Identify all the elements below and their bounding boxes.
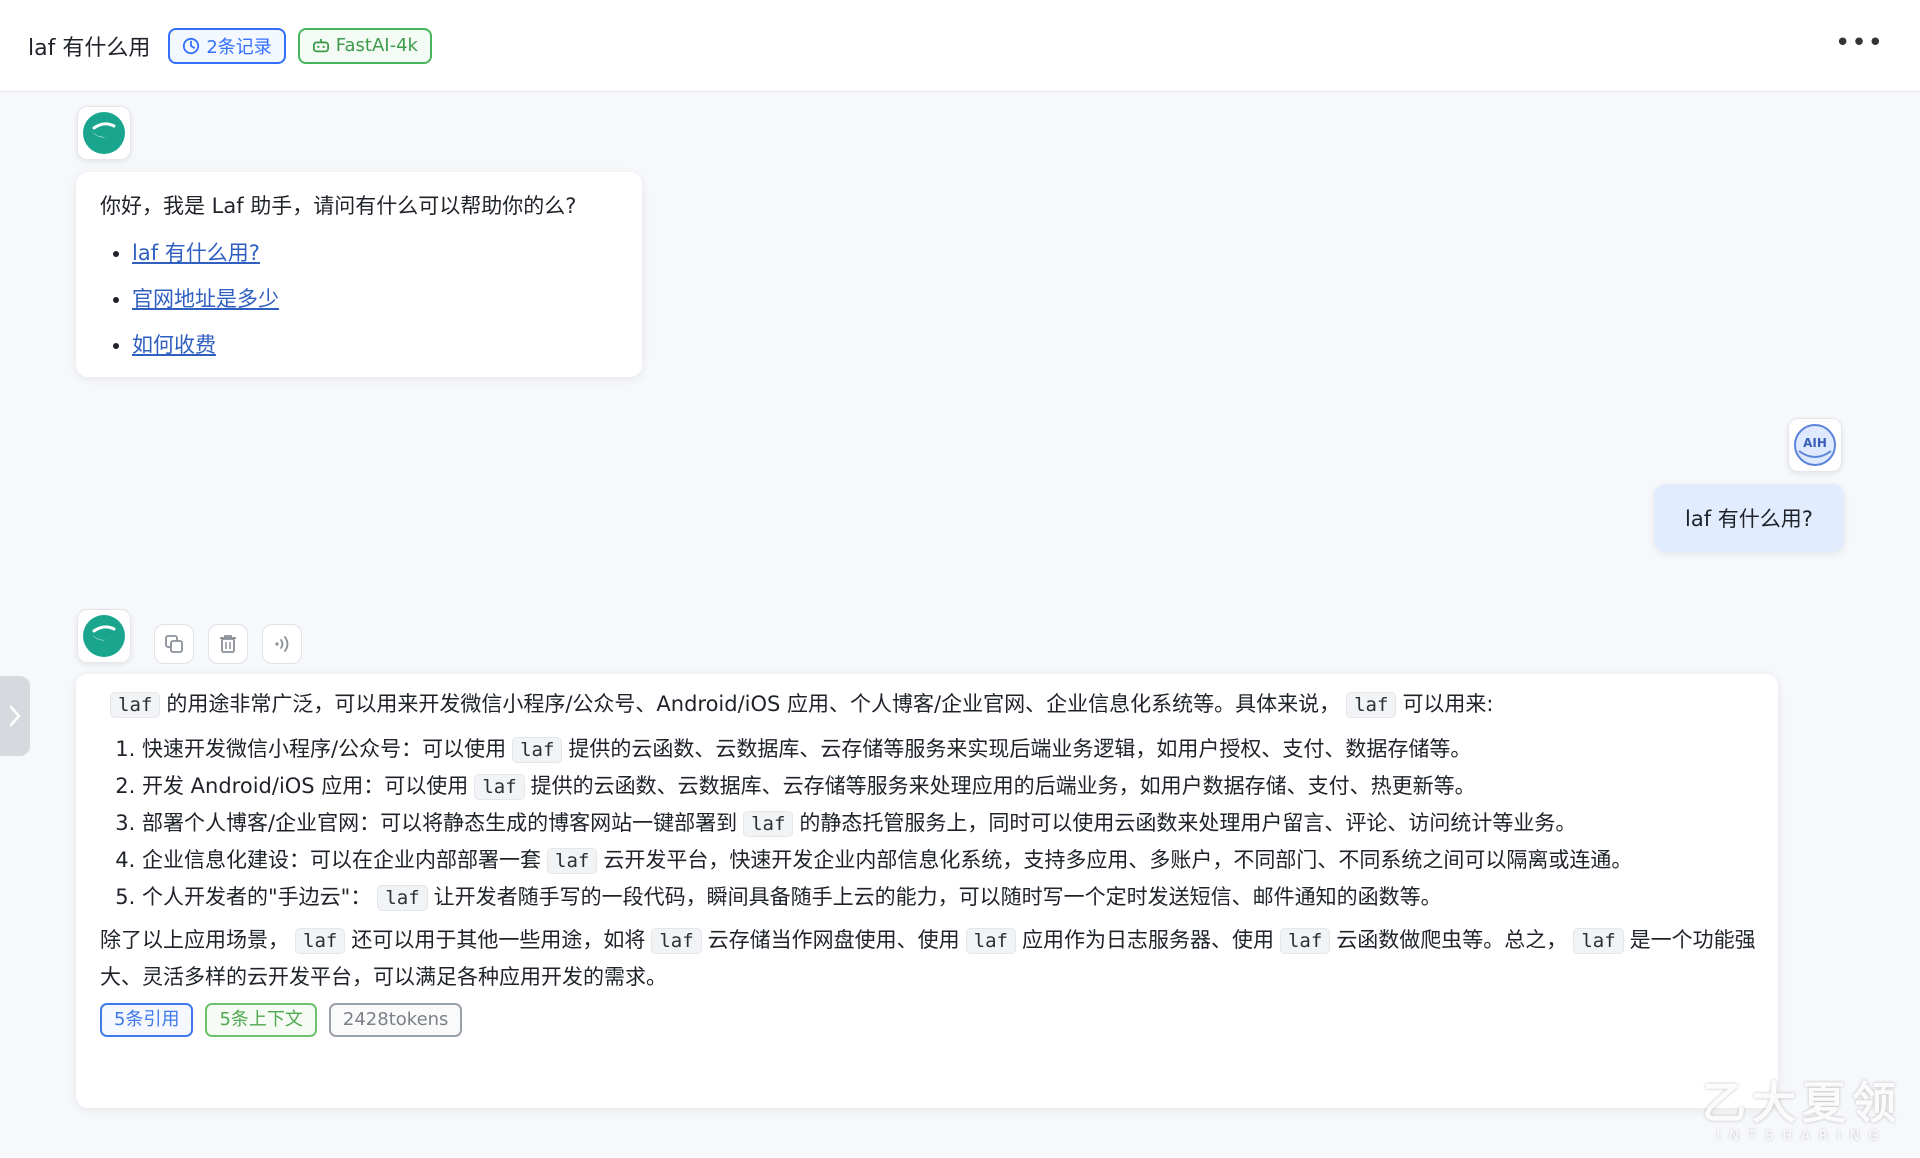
answer-text: 可以用来: (1402, 692, 1494, 716)
answer-text: 云函数做爬虫等。总之， (1336, 928, 1568, 952)
list-item: 企业信息化建设：可以在企业内部部署一套laf云开发平台，快速开发企业内部信息化系… (142, 842, 1756, 879)
model-tag-label: FastAI-4k (335, 35, 418, 56)
bot-answer: laf 的用途非常广泛，可以用来开发微信小程序/公众号、Android/iOS 应… (76, 674, 1778, 1108)
inline-code: laf (1573, 928, 1624, 954)
inline-code: laf (110, 692, 161, 718)
list-item: 部署个人博客/企业官网：可以将静态生成的博客网站一键部署到laf的静态托管服务上… (142, 805, 1756, 842)
copy-icon (165, 635, 183, 653)
watermark: 乙大夏领 INTSHARING (1702, 1067, 1902, 1144)
quotes-tag[interactable]: 5条引用 (100, 1003, 194, 1037)
list-item: 开发 Android/iOS 应用：可以使用laf提供的云函数、云数据库、云存储… (142, 768, 1756, 805)
copy-button[interactable] (154, 624, 194, 664)
watermark-subtitle: INTSHARING (1716, 1129, 1888, 1144)
answer-text: 还可以用于其他一些用途，如将 (351, 928, 646, 952)
welcome-message: 你好，我是 Laf 助手，请问有什么可以帮助你的么? laf 有什么用? 官网地… (76, 172, 642, 377)
history-tag-label: 2条记录 (206, 36, 272, 58)
chat-header: laf 有什么用 2条记录 FastAI-4k ••• (0, 0, 1920, 92)
answer-text: 的用途非常广泛，可以用来开发微信小程序/公众号、Android/iOS 应用、个… (166, 692, 1341, 716)
inline-code: laf (1346, 692, 1397, 718)
history-tag[interactable]: 2条记录 (168, 27, 286, 64)
user-message: laf 有什么用? (1654, 484, 1844, 552)
robot-icon (312, 38, 329, 52)
inline-code: laf (1279, 928, 1331, 954)
answer-text: 让开发者随手写的一段代码，瞬间具备随手上云的能力，可以随时写一个定时发送短信、邮… (433, 885, 1442, 909)
suggestion-link-1[interactable]: laf 有什么用? (132, 241, 260, 265)
delete-button[interactable] (208, 624, 248, 664)
list-item: laf 有什么用? (132, 230, 618, 276)
suggestion-link-3[interactable]: 如何收费 (132, 333, 216, 357)
answer-text: 应用作为日志服务器、使用 (1021, 928, 1274, 952)
trash-icon (220, 635, 236, 653)
tokens-tag: 2428tokens (328, 1003, 463, 1037)
inline-code: laf (377, 885, 428, 911)
watermark-logo: 乙大夏领 (1702, 1078, 1902, 1129)
inline-code: laf (474, 774, 525, 800)
answer-text: 开发 Android/iOS 应用：可以使用 (142, 774, 469, 798)
model-tag[interactable]: FastAI-4k (297, 27, 432, 64)
answer-text: 企业信息化建设：可以在企业内部部署一套 (142, 848, 541, 872)
more-options-button[interactable]: ••• (1835, 28, 1884, 58)
user-message-text: laf 有什么用? (1685, 507, 1813, 531)
answer-text: 快速开发微信小程序/公众号：可以使用 (142, 737, 507, 761)
inline-code: laf (547, 848, 598, 874)
answer-text: 云开发平台，快速开发企业内部信息化系统，支持多应用、多账户，不同部门、不同系统之… (603, 848, 1633, 872)
clock-icon (183, 37, 200, 54)
suggestion-link-2[interactable]: 官网地址是多少 (132, 287, 279, 311)
answer-text: 提供的云函数、云数据库、云存储等服务来处理应用的后端业务，如用户数据存储、支付、… (530, 774, 1476, 798)
bot-logo-icon (83, 112, 125, 154)
bot-logo-icon (83, 615, 125, 657)
answer-list: 快速开发微信小程序/公众号：可以使用laf提供的云函数、云数据库、云存储等服务来… (100, 731, 1756, 916)
answer-summary: 除了以上应用场景， laf 还可以用于其他一些用途，如将 laf 云存储当作网盘使用、使… (100, 922, 1756, 995)
answer-text: 除了以上应用场景， (100, 928, 289, 952)
chat-title: laf 有什么用 (28, 35, 151, 61)
bot-avatar (77, 609, 131, 663)
answer-text: 部署个人博客/企业官网：可以将静态生成的博客网站一键部署到 (142, 811, 738, 835)
context-tag[interactable]: 5条上下文 (205, 1003, 317, 1037)
inline-code: laf (965, 928, 1016, 954)
bot-avatar (77, 106, 131, 160)
list-item: 如何收费 (132, 322, 618, 368)
user-avatar: AIH (1788, 418, 1842, 472)
answer-meta-tags: 5条引用 5条上下文 2428tokens (100, 1003, 1756, 1037)
suggestion-list: laf 有什么用? 官网地址是多少 如何收费 (100, 230, 618, 368)
answer-text: 个人开发者的"手边云"： (142, 885, 372, 909)
sound-icon (275, 636, 289, 652)
inline-code: laf (512, 737, 563, 763)
answer-text: 的静态托管服务上，同时可以使用云函数来处理用户留言、评论、访问统计等业务。 (799, 811, 1577, 835)
inline-code: laf (651, 928, 702, 954)
sidebar-toggle-button[interactable] (0, 676, 30, 756)
answer-text: 提供的云函数、云数据库、云存储等服务来实现后端业务逻辑，如用户授权、支付、数据存… (568, 737, 1472, 761)
welcome-text: 你好，我是 Laf 助手，请问有什么可以帮助你的么? (100, 194, 577, 218)
list-item: 个人开发者的"手边云"：laf让开发者随手写的一段代码，瞬间具备随手上云的能力，… (142, 879, 1756, 916)
list-item: 官网地址是多少 (132, 276, 618, 322)
inline-code: laf (743, 811, 794, 837)
answer-text: 云存储当作网盘使用、使用 (707, 928, 960, 952)
answer-intro: laf 的用途非常广泛，可以用来开发微信小程序/公众号、Android/iOS 应… (100, 686, 1756, 723)
chevron-right-icon (9, 705, 21, 727)
inline-code: laf (295, 928, 346, 954)
list-item: 快速开发微信小程序/公众号：可以使用laf提供的云函数、云数据库、云存储等服务来… (142, 731, 1756, 768)
speak-button[interactable] (262, 624, 302, 664)
user-avatar-label: AIH (1803, 436, 1827, 450)
